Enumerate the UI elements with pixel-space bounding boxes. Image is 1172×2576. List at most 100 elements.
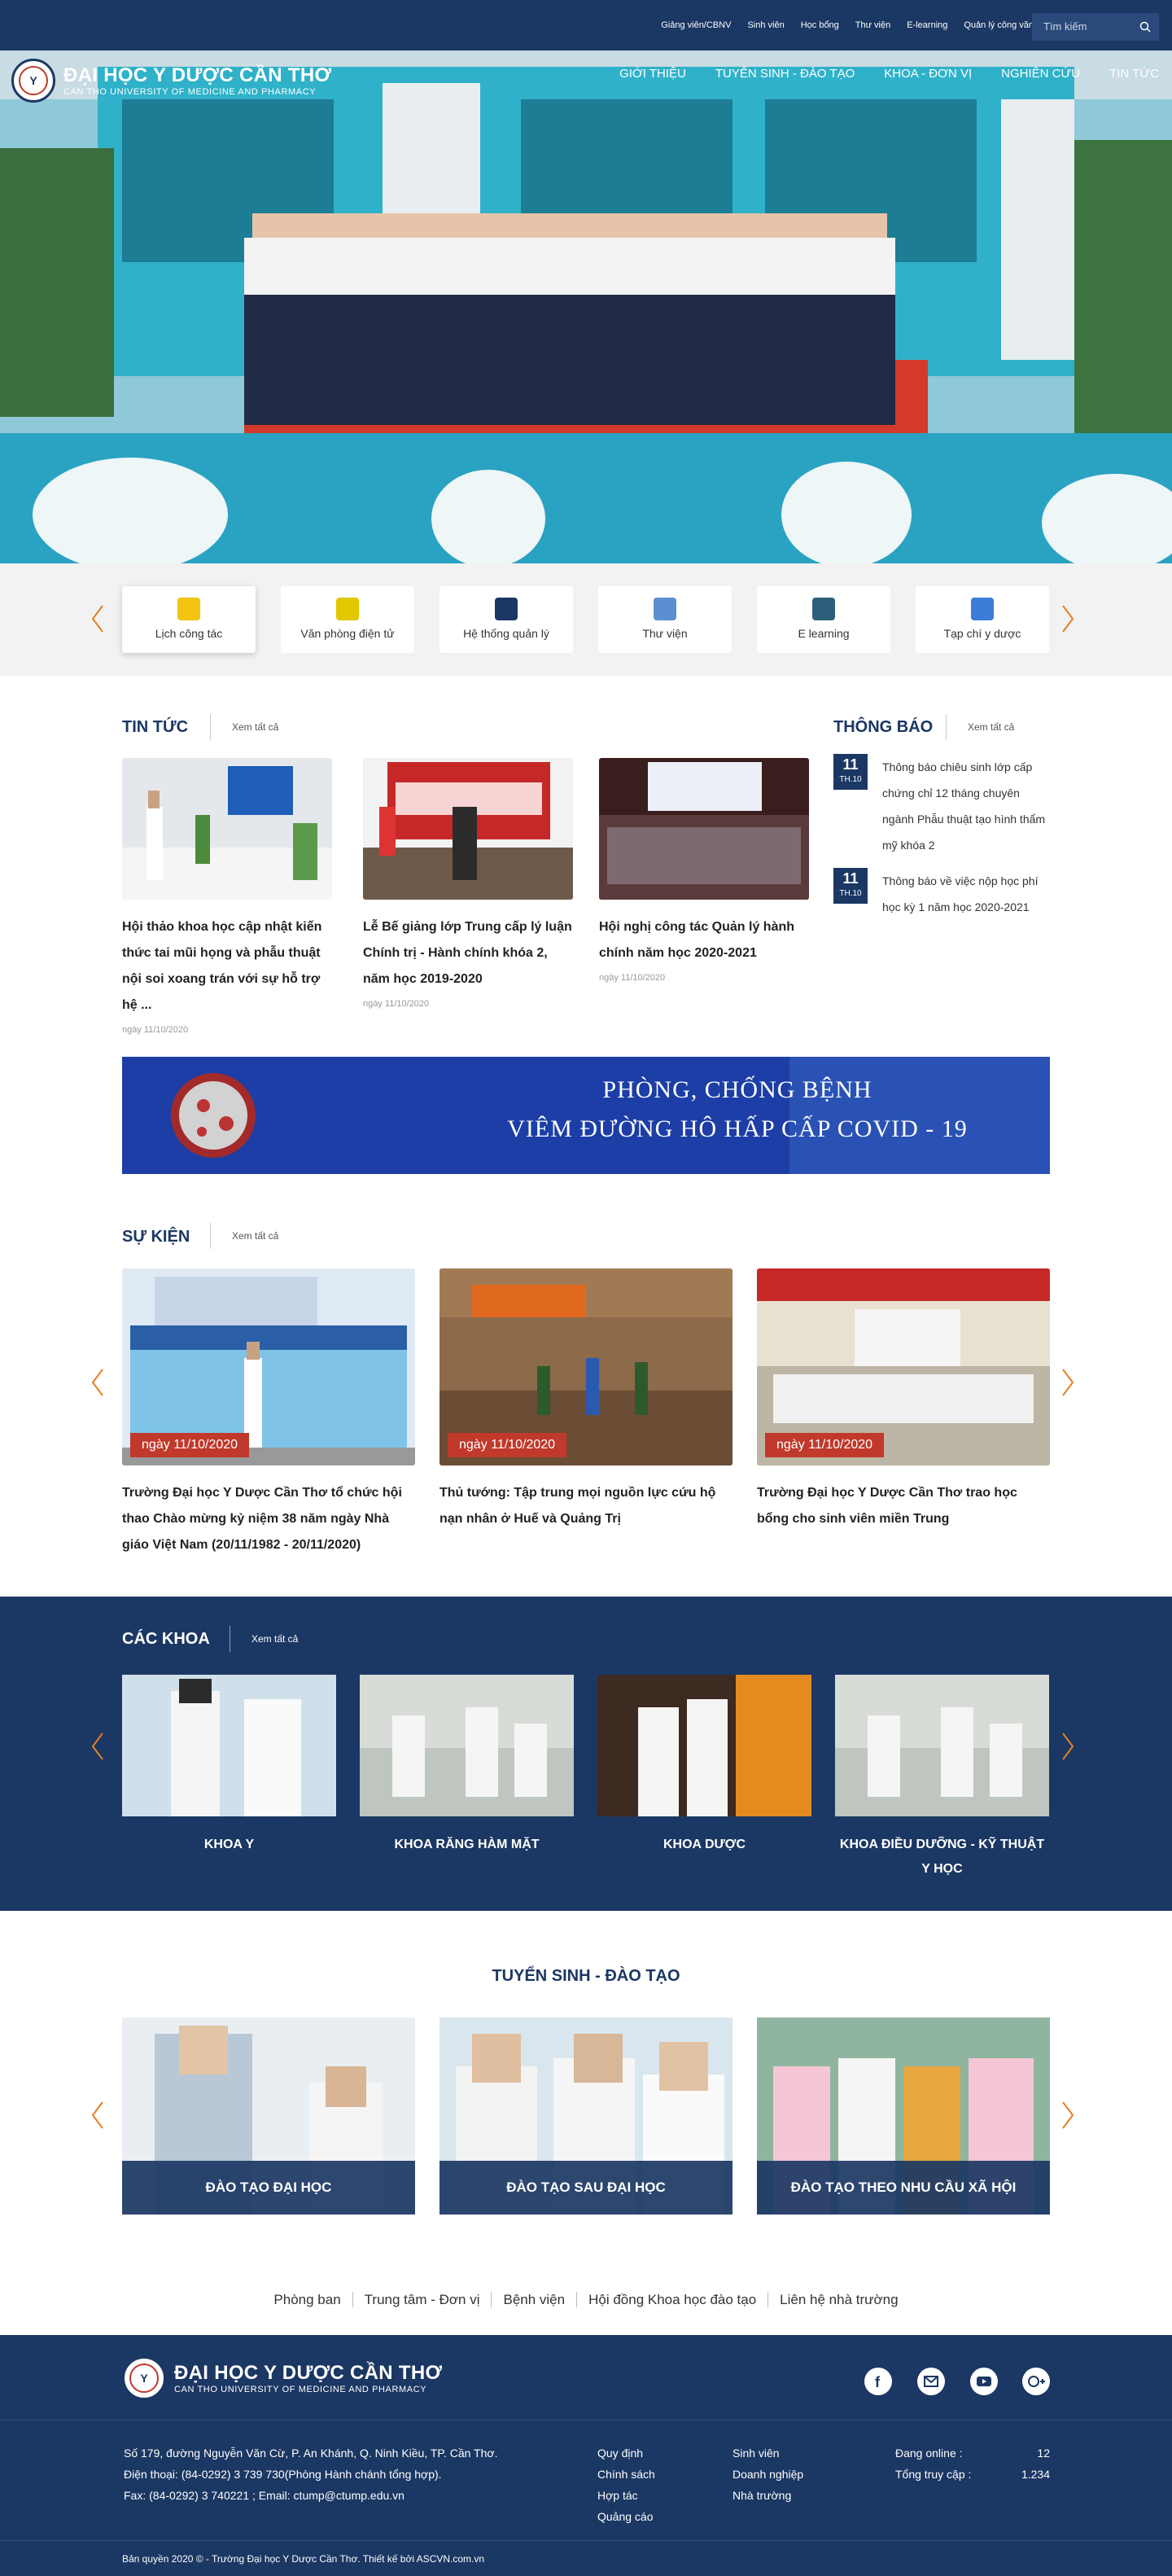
faculty-thumbnail[interactable] [360, 1675, 574, 1816]
email-icon[interactable] [917, 2368, 945, 2395]
faculty-name[interactable]: KHOA DƯỢC [597, 1833, 811, 1857]
youtube-icon[interactable] [970, 2368, 998, 2395]
nav-about[interactable]: GIỚI THIỆU [619, 67, 686, 81]
admission-label[interactable]: ĐÀO TẠO ĐẠI HỌC [122, 2161, 415, 2215]
quick-item-library[interactable]: Thư viện [598, 586, 732, 653]
search-icon[interactable] [1139, 21, 1151, 33]
faculties-title: CÁC KHOA [122, 1630, 210, 1648]
footer-link-students[interactable]: Sinh viên [732, 2442, 803, 2464]
footer-stats: Đang online : 12 Tổng truy cập : 1.234 [895, 2442, 1050, 2485]
quick-item-elearning[interactable]: E learning [757, 586, 890, 653]
news-title-text[interactable]: Lễ Bế giảng lớp Trung cấp lý luận Chính … [363, 914, 573, 992]
admission-prev-arrow[interactable] [90, 2099, 106, 2131]
nav-admission[interactable]: TUYỂN SINH - ĐÀO TẠO [715, 67, 855, 81]
top-link-documents[interactable]: Quản lý công văn [964, 20, 1034, 30]
quick-item-eoffice[interactable]: Văn phòng điện tử [281, 586, 414, 653]
hero-banner [0, 50, 1172, 563]
news-card[interactable]: Hội nghị công tác Quản lý hành chính năm… [599, 758, 809, 983]
faculties-prev-arrow[interactable] [90, 1730, 106, 1763]
event-title-text[interactable]: Trường Đại học Y Dược Cần Thơ trao học b… [757, 1480, 1050, 1532]
faculties-next-arrow[interactable] [1060, 1730, 1076, 1763]
footer-link-departments[interactable]: Phòng ban [262, 2292, 352, 2307]
admission-card[interactable]: ĐÀO TẠO SAU ĐẠI HỌC [440, 2017, 732, 2215]
google-plus-icon[interactable] [1022, 2368, 1050, 2395]
footer-link-cooperation[interactable]: Hợp tác [597, 2485, 655, 2506]
covid-banner[interactable]: PHÒNG, CHỐNG BỆNH VIÊM ĐƯỜNG HÔ HẤP CẤP … [122, 1057, 1050, 1174]
footer-link-council[interactable]: Hội đồng Khoa học đào tạo [576, 2292, 768, 2307]
admission-card[interactable]: ĐÀO TẠO THEO NHU CẦU XÃ HỘI [757, 2017, 1050, 2215]
top-link-staff[interactable]: Giảng viên/CBNV [661, 20, 731, 30]
footer-link-hospital[interactable]: Bệnh viện [491, 2292, 577, 2307]
online-count: 12 [1037, 2447, 1050, 2460]
news-thumbnail[interactable] [122, 758, 332, 900]
search-input[interactable]: Tìm kiếm [1032, 13, 1159, 41]
quick-item-management[interactable]: Hệ thống quản lý [440, 586, 573, 653]
footer-brand[interactable]: Y ĐẠI HỌC Y DƯỢC CẦN THƠ CAN THO UNIVERS… [122, 2356, 442, 2400]
notice-text[interactable]: Thông báo về việc nộp học phí học kỳ 1 n… [882, 868, 1047, 920]
faculty-thumbnail[interactable] [835, 1675, 1049, 1816]
top-link-library[interactable]: Thư viện [855, 20, 890, 30]
admission-label[interactable]: ĐÀO TẠO SAU ĐẠI HỌC [440, 2161, 732, 2215]
nav-faculties[interactable]: KHOA - ĐƠN VỊ [884, 67, 972, 81]
notices-see-all-link[interactable]: Xem tất cả [946, 714, 1014, 740]
quick-item-schedule[interactable]: Lịch công tác [122, 586, 256, 653]
quick-next-arrow[interactable] [1060, 602, 1076, 635]
event-card[interactable]: ngày 11/10/2020 Trường Đại học Y Dược Cầ… [122, 1268, 415, 1558]
events-see-all-link[interactable]: Xem tất cả [210, 1223, 278, 1249]
faculty-thumbnail[interactable] [597, 1675, 811, 1816]
eoffice-icon [336, 598, 359, 620]
event-thumbnail[interactable]: ngày 11/10/2020 [122, 1268, 415, 1465]
footer-link-school[interactable]: Nhà trường [732, 2485, 803, 2506]
footer-link-contact[interactable]: Liên hệ nhà trường [767, 2292, 910, 2307]
notice-item[interactable]: 11 TH.10 Thông báo chiêu sinh lớp cấp chứ… [833, 754, 1047, 858]
footer-link-regulations[interactable]: Quy định [597, 2442, 655, 2464]
footer-brand-name: ĐẠI HỌC Y DƯỢC CẦN THƠ [174, 2362, 443, 2384]
news-see-all-link[interactable]: Xem tất cả [210, 714, 278, 740]
event-title-text[interactable]: Trường Đại học Y Dược Cần Thơ tổ chức hộ… [122, 1480, 415, 1558]
hero-image [0, 50, 1172, 563]
news-card[interactable]: Lễ Bế giảng lớp Trung cấp lý luận Chính … [363, 758, 573, 1009]
elearning-icon [812, 598, 835, 620]
nav-research[interactable]: NGHIÊN CỨU [1001, 67, 1080, 81]
events-prev-arrow[interactable] [90, 1366, 106, 1399]
news-title-text[interactable]: Hội thảo khoa học cập nhật kiến thức tai… [122, 914, 332, 1019]
notice-item[interactable]: 11 TH.10 Thông báo về việc nộp học phí họ… [833, 868, 1047, 920]
footer-link-centers[interactable]: Trung tâm - Đơn vị [352, 2292, 492, 2307]
events-next-arrow[interactable] [1060, 1366, 1076, 1399]
footer-link-business[interactable]: Doanh nghiệp [732, 2464, 803, 2485]
faculty-card[interactable]: KHOA ĐIỀU DƯỠNG - KỸ THUẬT Y HỌC [835, 1675, 1049, 1882]
news-title-text[interactable]: Hội nghị công tác Quản lý hành chính năm… [599, 914, 809, 966]
event-thumbnail[interactable]: ngày 11/10/2020 [757, 1268, 1050, 1465]
facebook-icon[interactable]: f [864, 2368, 892, 2395]
admission-next-arrow[interactable] [1060, 2099, 1076, 2131]
nav-news[interactable]: TIN TỨC [1109, 67, 1159, 81]
faculty-name[interactable]: KHOA Y [122, 1833, 336, 1857]
site-brand[interactable]: Y ĐẠI HỌC Y DƯỢC CẦN THƠ CAN THO UNIVERS… [11, 59, 331, 103]
news-card[interactable]: Hội thảo khoa học cập nhật kiến thức tai… [122, 758, 332, 1035]
footer-link-policies[interactable]: Chính sách [597, 2464, 655, 2485]
quick-item-journal[interactable]: Tạp chí y dược [916, 586, 1049, 653]
top-link-scholarship[interactable]: Học bổng [801, 20, 839, 30]
top-link-students[interactable]: Sinh viên [747, 20, 784, 30]
faculty-card[interactable]: KHOA Y [122, 1675, 336, 1857]
event-card[interactable]: ngày 11/10/2020 Trường Đại học Y Dược Cầ… [757, 1268, 1050, 1532]
top-link-elearning[interactable]: E-learning [907, 20, 947, 30]
faculties-see-all-link[interactable]: Xem tất cả [230, 1626, 298, 1652]
footer-link-advertising[interactable]: Quảng cáo [597, 2506, 655, 2527]
admission-label[interactable]: ĐÀO TẠO THEO NHU CẦU XÃ HỘI [757, 2161, 1050, 2215]
quick-prev-arrow[interactable] [90, 602, 106, 635]
library-icon [654, 598, 676, 620]
admission-card[interactable]: ĐÀO TẠO ĐẠI HỌC [122, 2017, 415, 2215]
news-thumbnail[interactable] [363, 758, 573, 900]
notice-text[interactable]: Thông báo chiêu sinh lớp cấp chứng chỉ 1… [882, 754, 1047, 858]
faculty-card[interactable]: KHOA RĂNG HÀM MẶT [360, 1675, 574, 1857]
faculty-card[interactable]: KHOA DƯỢC [597, 1675, 811, 1857]
event-thumbnail[interactable]: ngày 11/10/2020 [440, 1268, 732, 1465]
faculty-name[interactable]: KHOA ĐIỀU DƯỠNG - KỸ THUẬT Y HỌC [835, 1833, 1049, 1882]
faculty-name[interactable]: KHOA RĂNG HÀM MẶT [360, 1833, 574, 1857]
event-card[interactable]: ngày 11/10/2020 Thủ tướng: Tập trung mọi… [440, 1268, 732, 1532]
event-title-text[interactable]: Thủ tướng: Tập trung mọi nguồn lực cứu h… [440, 1480, 732, 1532]
footer-logo: Y [122, 2356, 166, 2400]
faculty-thumbnail[interactable] [122, 1675, 336, 1816]
news-thumbnail[interactable] [599, 758, 809, 900]
